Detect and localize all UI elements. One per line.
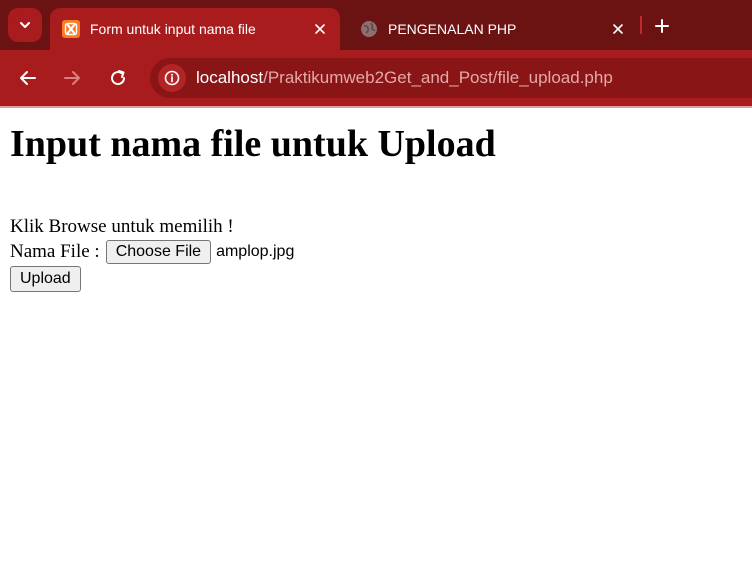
url-path: /Praktikumweb2Get_and_Post/file_upload.p… [263, 68, 613, 87]
instruction-text: Klik Browse untuk memilih ! [10, 216, 234, 237]
forward-button[interactable] [58, 64, 86, 92]
new-tab-button[interactable] [648, 12, 676, 40]
tab-search-button[interactable] [8, 8, 42, 42]
upload-button[interactable]: Upload [10, 266, 81, 292]
choose-file-button[interactable]: Choose File [105, 240, 212, 264]
back-button[interactable] [14, 64, 42, 92]
tab-divider [640, 16, 642, 34]
xampp-icon [62, 20, 80, 38]
close-icon[interactable] [308, 17, 332, 41]
close-icon[interactable] [606, 17, 630, 41]
url-text[interactable]: localhost/Praktikumweb2Get_and_Post/file… [196, 68, 613, 88]
tab-strip: Form untuk input nama file PENGENALAN PH… [0, 0, 752, 50]
tab-title: PENGENALAN PHP [388, 21, 517, 37]
file-label: Nama File : [10, 241, 100, 262]
info-icon [164, 70, 180, 86]
site-info-button[interactable] [158, 64, 186, 92]
reload-button[interactable] [104, 64, 132, 92]
address-bar[interactable]: localhost/Praktikumweb2Get_and_Post/file… [150, 58, 752, 98]
reload-icon [111, 70, 126, 86]
url-host: localhost [196, 68, 264, 87]
browser-toolbar: localhost/Praktikumweb2Get_and_Post/file… [0, 50, 752, 106]
arrow-left-icon [20, 71, 36, 85]
file-input-row: Nama File : Choose File amplop.jpg [10, 239, 294, 265]
tab-pengenalan-php[interactable]: PENGENALAN PHP [348, 8, 638, 50]
chevron-down-icon [20, 22, 30, 28]
selected-file-name: amplop.jpg [216, 243, 295, 260]
tab-form-input[interactable]: Form untuk input nama file [50, 8, 340, 50]
page-content: Input nama file untuk Upload Klik Browse… [0, 108, 752, 574]
plus-icon [655, 19, 669, 33]
page-title: Input nama file untuk Upload [10, 123, 496, 165]
globe-icon [360, 20, 378, 38]
tab-title: Form untuk input nama file [90, 21, 256, 37]
arrow-right-icon [64, 71, 80, 85]
